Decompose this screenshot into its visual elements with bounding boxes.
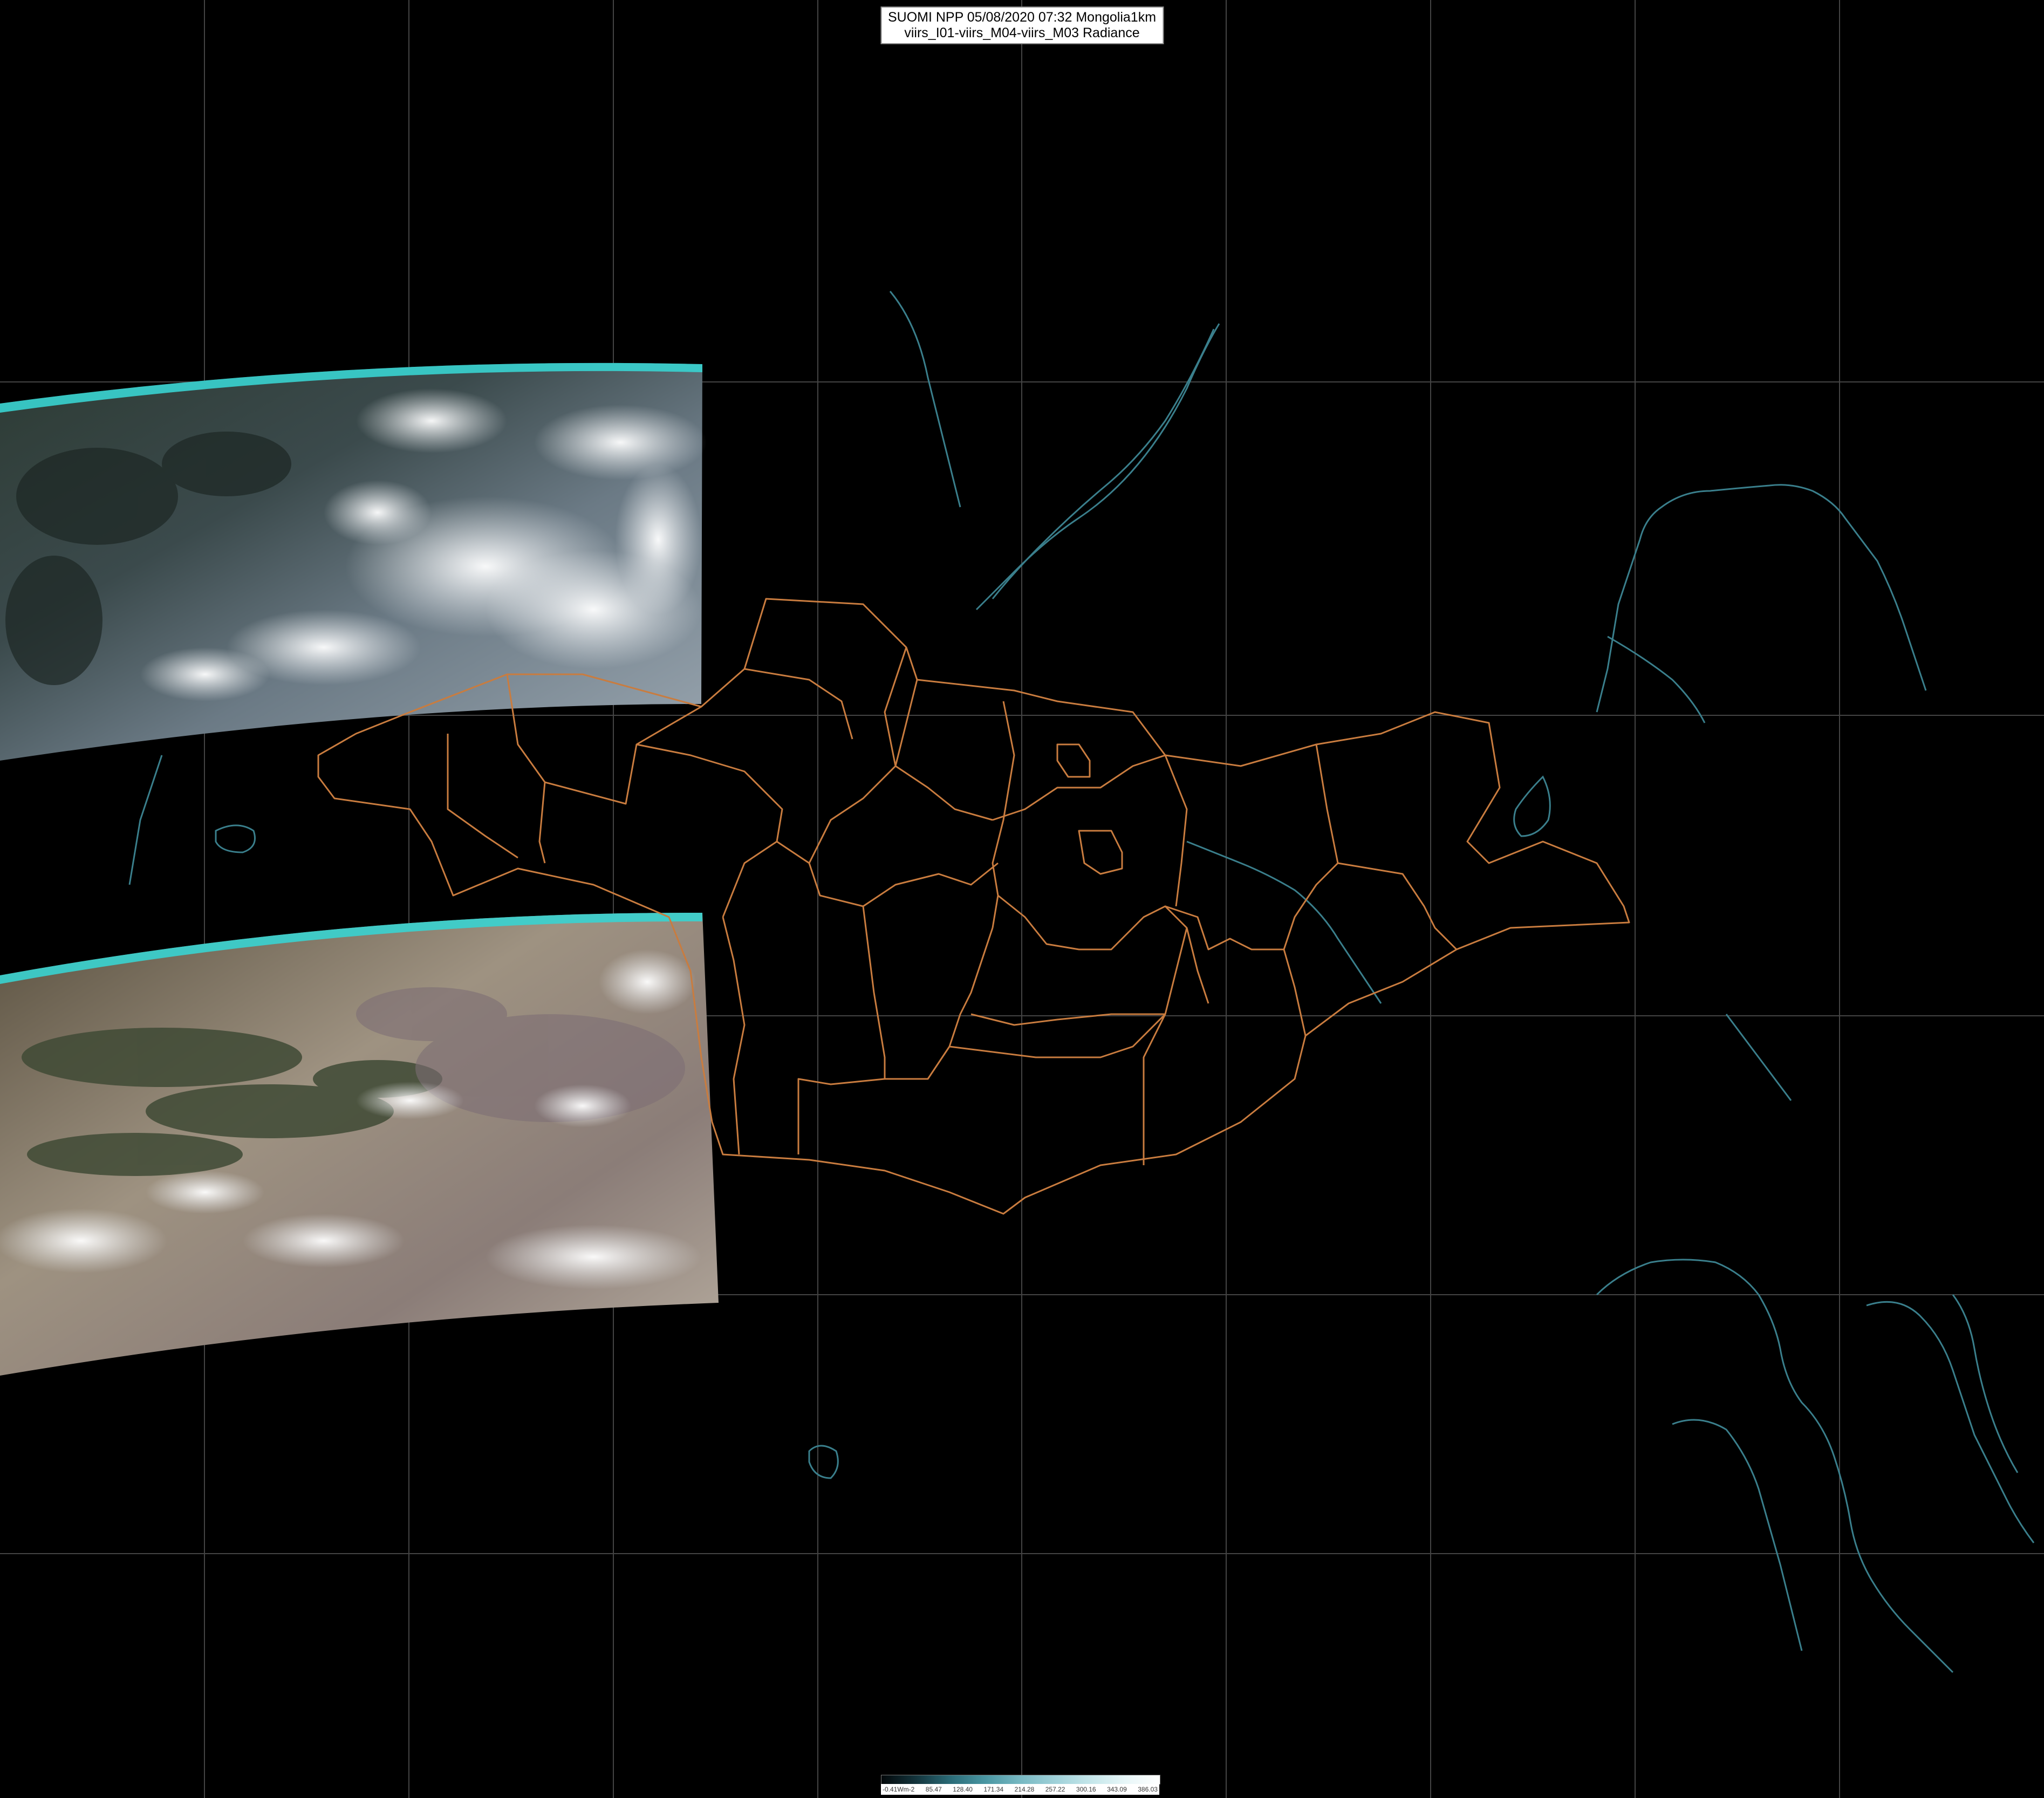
legend-tick: 128.40 [953, 1786, 973, 1793]
satellite-swath-north [0, 363, 707, 761]
legend-tick: 214.28 [1014, 1786, 1035, 1793]
map-title: SUOMI NPP 05/08/2020 07:32 Mongolia1km v… [880, 6, 1164, 44]
legend-tick: 343.09 [1107, 1786, 1127, 1793]
legend-tick: 171.34 [983, 1786, 1004, 1793]
legend-tick: 386.03 [1138, 1786, 1158, 1793]
title-line-1: SUOMI NPP 05/08/2020 07:32 Mongolia1km [887, 10, 1157, 25]
satellite-map [0, 0, 2044, 1798]
legend-tick: 257.22 [1045, 1786, 1065, 1793]
color-scale-ticks: -0.41Wm-2 85.47 128.40 171.34 214.28 257… [881, 1784, 1159, 1795]
color-scale-legend: -0.41Wm-2 85.47 128.40 171.34 214.28 257… [881, 1775, 1160, 1796]
title-line-2: viirs_I01-viirs_M04-viirs_M03 Radiance [904, 25, 1140, 40]
graticule [0, 0, 2044, 1798]
satellite-swath-south [0, 912, 719, 1376]
legend-tick: 85.47 [925, 1786, 942, 1793]
legend-tick: -0.41Wm-2 [883, 1786, 915, 1793]
color-scale-bar [881, 1775, 1160, 1785]
legend-tick: 300.16 [1076, 1786, 1096, 1793]
